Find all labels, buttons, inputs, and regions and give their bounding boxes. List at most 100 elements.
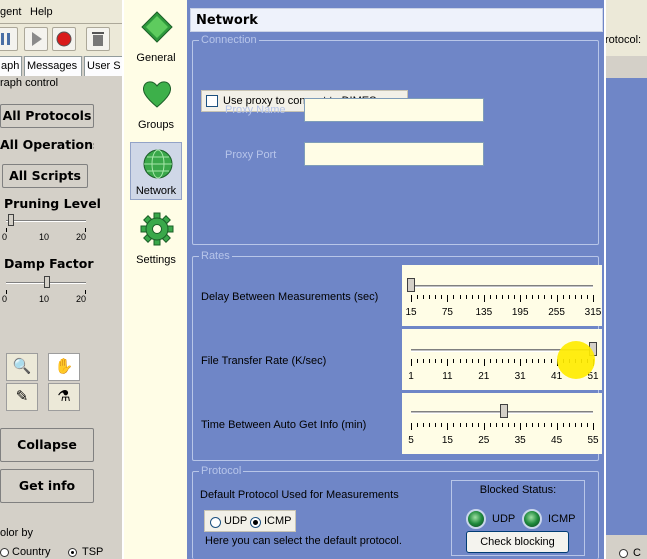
blocked-status-title: Blocked Status: [479,484,557,496]
slider-tick [550,295,552,299]
slider-tick [574,423,576,427]
radio-icmp[interactable] [250,517,261,528]
slider-tick [417,295,419,299]
slider-thumb[interactable] [407,278,415,292]
radio-tsp[interactable] [68,548,77,557]
pen-icon: ✎ [15,388,29,405]
play-button[interactable] [24,27,48,51]
gear-icon [140,212,174,246]
record-icon [56,31,72,47]
slider-tick [429,359,431,363]
zoom-tool[interactable]: 🔍 [6,353,38,381]
record-button[interactable] [52,27,76,51]
proxy-name-label: Proxy Name [225,104,286,116]
slider-tick [459,295,461,299]
delay-label: Delay Between Measurements (sec) [201,291,379,303]
slider-tick-label: 41 [551,371,563,382]
slider-tick-label: 135 [475,307,493,318]
slider-tick [411,423,412,430]
slider-tick [459,359,461,363]
slider-tick-label: 195 [511,307,529,318]
magnifier-icon: 🔍 [12,358,32,375]
slider-tick [489,295,491,299]
radio-country[interactable] [0,548,9,557]
slider-tick [514,423,516,427]
nav-settings[interactable]: Settings [130,208,182,268]
all-scripts-button[interactable]: All Scripts [2,164,88,188]
heart-icon [142,81,172,108]
slider-tick-label: 5 [408,435,414,446]
slider-tick [556,423,558,430]
slider-tick [471,359,473,363]
use-proxy-checkbox[interactable] [206,95,218,107]
slider-tick [508,423,510,427]
slider-tick [453,359,455,363]
slider-tick [586,423,588,427]
bottle-tool[interactable]: ⚗ [48,383,80,411]
edit-tool[interactable]: ✎ [6,383,38,411]
slider-tick [593,423,594,430]
slider-tick [465,423,467,427]
slider-tick [562,423,564,427]
slider-tick [544,295,546,299]
slider-thumb[interactable] [499,404,508,418]
slider-thumb[interactable] [44,276,50,288]
tab-graph[interactable]: aph [0,56,22,76]
proxy-port-input[interactable] [304,142,484,166]
cursor-highlight [557,341,595,379]
pan-tool[interactable]: ✋ [48,353,80,381]
slider-tick [574,295,576,299]
slider-tick [441,295,443,299]
slider-tick [411,295,412,302]
udp-status-label: UDP [492,513,516,525]
slider-tick-label: 11 [442,371,453,382]
slider-tick-label: 255 [548,307,565,318]
slider-tick-label: 45 [551,435,563,446]
get-info-button[interactable]: Get info [0,469,94,503]
autoget-slider[interactable]: 5 15 25 35 45 55 [402,393,602,454]
background-app: gent Help aph Messages User S raph contr… [0,0,124,559]
all-protocols-button[interactable]: All Protocols [0,104,94,128]
damp-factor-slider[interactable]: 0 10 20 [2,276,86,306]
slider-tick [580,295,582,299]
protocol-radio-group: UDP ICMP [204,510,296,532]
slider-tick [459,423,461,427]
slider-tick-label: 1 [408,371,414,382]
delay-slider[interactable]: 15 75 135 195 255 315 [402,265,602,326]
slider-tick [556,295,558,302]
delete-button[interactable] [86,27,110,51]
pause-button[interactable] [0,27,18,51]
slider-tick [538,295,540,299]
check-blocking-button[interactable]: Check blocking [466,531,569,553]
slider-tick-label: 31 [514,371,526,382]
collapse-button[interactable]: Collapse [0,428,94,462]
all-operations-button[interactable]: All Operations [0,134,94,158]
slider-tick [447,423,449,430]
proxy-name-input[interactable] [304,98,484,122]
radio-c[interactable] [619,549,628,558]
slider-tick [520,295,522,302]
slider-tick [526,295,528,299]
nav-general[interactable]: General [130,6,182,66]
slider-tick [435,359,437,363]
menu-help[interactable]: Help [30,6,53,18]
pruning-level-slider[interactable]: 0 10 20 [2,214,86,244]
autoget-label: Time Between Auto Get Info (min) [201,419,367,431]
slider-tick [441,423,443,427]
slider-thumb[interactable] [8,214,14,226]
slider-tick [465,359,467,363]
slider-tick [447,359,449,366]
color-by-label: olor by [0,527,34,539]
menu-agent[interactable]: gent [0,6,21,18]
protocol-group-title: Protocol [199,465,244,477]
radio-udp[interactable] [210,517,221,528]
tab-user[interactable]: User S [84,56,124,76]
slider-tick [417,359,419,363]
slider-tick [483,295,485,302]
page-header: Network [190,8,603,32]
nav-network[interactable]: Network [130,142,182,200]
tab-messages[interactable]: Messages [24,56,82,76]
slider-tick [483,359,485,366]
slider-tick-label: 315 [584,307,602,318]
nav-groups[interactable]: Groups [130,73,182,133]
